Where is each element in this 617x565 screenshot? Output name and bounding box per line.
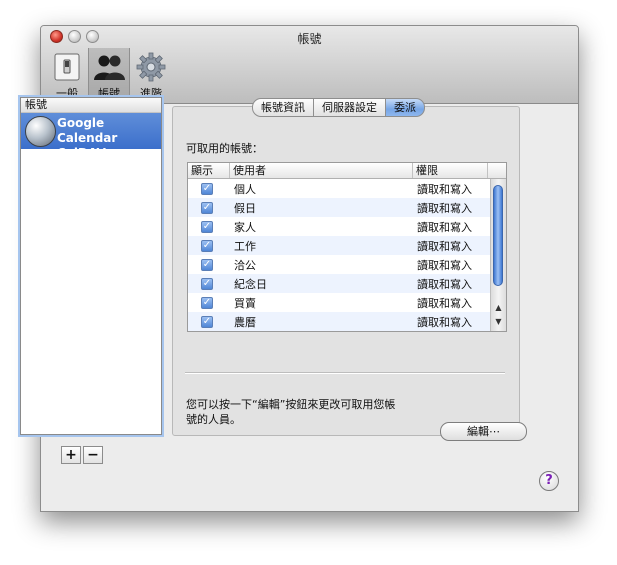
show-cell: ✓ bbox=[188, 239, 230, 252]
globe-icon bbox=[25, 116, 56, 147]
delegation-table: 顯示 使用者 權限 ✓ 個人 讀取和寫入 ✓ 假日 讀取和寫入 ✓ 家人 讀取和… bbox=[187, 162, 507, 332]
gear-icon bbox=[136, 52, 166, 82]
scroll-up-arrow-icon[interactable]: ▲ bbox=[491, 301, 506, 315]
user-cell: 假日 bbox=[234, 201, 256, 215]
tab-delegation[interactable]: 委派 bbox=[386, 98, 425, 117]
scroll-down-arrow-icon[interactable]: ▼ bbox=[491, 315, 506, 329]
user-cell: 紀念日 bbox=[234, 277, 267, 291]
user-cell: 買賣 bbox=[234, 296, 256, 310]
permission-cell: 讀取和寫入 bbox=[417, 296, 472, 310]
user-cell: 農曆 bbox=[234, 315, 256, 329]
account-name-line1: Google Calendar bbox=[57, 116, 118, 145]
show-cell: ✓ bbox=[188, 315, 230, 328]
table-header: 顯示 使用者 權限 bbox=[188, 163, 506, 179]
toolbar-advanced-button[interactable]: 進階 bbox=[130, 48, 172, 103]
window-title: 帳號 bbox=[297, 32, 322, 46]
permission-cell: 讀取和寫入 bbox=[417, 239, 472, 253]
accounts-list-header: 帳號 bbox=[21, 98, 161, 113]
column-header-permission[interactable]: 權限 bbox=[413, 163, 488, 178]
account-name: Google Calendar CalDAV bbox=[57, 116, 161, 161]
available-accounts-label: 可取用的帳號： bbox=[186, 142, 263, 155]
show-checkbox[interactable]: ✓ bbox=[201, 182, 213, 195]
show-checkbox[interactable]: ✓ bbox=[201, 296, 213, 309]
accounts-icon bbox=[94, 55, 125, 80]
show-cell: ✓ bbox=[188, 258, 230, 271]
add-account-button[interactable]: + bbox=[61, 446, 81, 464]
show-checkbox[interactable]: ✓ bbox=[201, 258, 213, 271]
table-row[interactable]: ✓ 紀念日 讀取和寫入 bbox=[188, 274, 506, 293]
column-header-spacer bbox=[488, 163, 504, 178]
column-header-user[interactable]: 使用者 bbox=[230, 163, 413, 178]
table-row[interactable]: ✓ 個人 讀取和寫入 bbox=[188, 179, 506, 198]
table-row[interactable]: ✓ 家人 讀取和寫入 bbox=[188, 217, 506, 236]
show-cell: ✓ bbox=[188, 182, 230, 195]
show-checkbox[interactable]: ✓ bbox=[201, 239, 213, 252]
user-cell: 洽公 bbox=[234, 258, 256, 272]
table-row[interactable]: ✓ 工作 讀取和寫入 bbox=[188, 236, 506, 255]
permission-cell: 讀取和寫入 bbox=[417, 258, 472, 272]
user-cell: 家人 bbox=[234, 220, 256, 234]
permission-cell: 讀取和寫入 bbox=[417, 315, 472, 329]
tab-server-settings[interactable]: 伺服器設定 bbox=[314, 98, 386, 117]
show-checkbox[interactable]: ✓ bbox=[201, 277, 213, 290]
show-cell: ✓ bbox=[188, 201, 230, 214]
table-scrollbar[interactable]: ▲ ▼ bbox=[490, 179, 506, 331]
table-row[interactable]: ✓ 農曆 讀取和寫入 bbox=[188, 312, 506, 331]
show-checkbox[interactable]: ✓ bbox=[201, 220, 213, 233]
scrollbar-thumb[interactable] bbox=[493, 185, 503, 286]
column-header-show[interactable]: 顯示 bbox=[188, 163, 230, 178]
user-cell: 個人 bbox=[234, 182, 256, 196]
show-cell: ✓ bbox=[188, 220, 230, 233]
permission-cell: 讀取和寫入 bbox=[417, 182, 472, 196]
toolbar-general-button[interactable]: 一般 bbox=[46, 48, 88, 103]
switch-icon bbox=[54, 53, 80, 81]
table-body: ✓ 個人 讀取和寫入 ✓ 假日 讀取和寫入 ✓ 家人 讀取和寫入 ✓ 工作 讀取… bbox=[188, 179, 506, 331]
edit-hint-line1: 您可以按一下“編輯”按鈕來更改可取用您帳 bbox=[186, 398, 396, 411]
section-divider bbox=[185, 372, 505, 374]
account-name-line2: CalDAV bbox=[57, 146, 106, 160]
show-checkbox[interactable]: ✓ bbox=[201, 201, 213, 214]
table-row[interactable]: ✓ 買賣 讀取和寫入 bbox=[188, 293, 506, 312]
permission-cell: 讀取和寫入 bbox=[417, 220, 472, 234]
account-tabs: 帳號資訊 伺服器設定 委派 bbox=[252, 98, 425, 117]
help-button[interactable]: ? bbox=[539, 471, 559, 491]
show-cell: ✓ bbox=[188, 296, 230, 309]
toolbar-accounts-button[interactable]: 帳號 bbox=[88, 48, 130, 103]
remove-account-button[interactable]: − bbox=[83, 446, 103, 464]
accounts-list[interactable]: 帳號 Google Calendar CalDAV bbox=[20, 97, 162, 435]
show-checkbox[interactable]: ✓ bbox=[201, 315, 213, 328]
user-cell: 工作 bbox=[234, 239, 256, 253]
edit-hint-text: 您可以按一下“編輯”按鈕來更改可取用您帳 號的人員。 bbox=[186, 397, 401, 427]
table-row[interactable]: ✓ 假日 讀取和寫入 bbox=[188, 198, 506, 217]
edit-button[interactable]: 編輯⋯ bbox=[440, 422, 527, 441]
edit-hint-line2: 號的人員。 bbox=[186, 413, 241, 426]
permission-cell: 讀取和寫入 bbox=[417, 201, 472, 215]
account-item-google-calendar[interactable]: Google Calendar CalDAV bbox=[21, 113, 161, 160]
table-row[interactable]: ✓ 洽公 讀取和寫入 bbox=[188, 255, 506, 274]
permission-cell: 讀取和寫入 bbox=[417, 277, 472, 291]
show-cell: ✓ bbox=[188, 277, 230, 290]
toolbar: 帳號 一般 帳號 進階 bbox=[41, 26, 578, 104]
tab-account-info[interactable]: 帳號資訊 bbox=[252, 98, 314, 117]
